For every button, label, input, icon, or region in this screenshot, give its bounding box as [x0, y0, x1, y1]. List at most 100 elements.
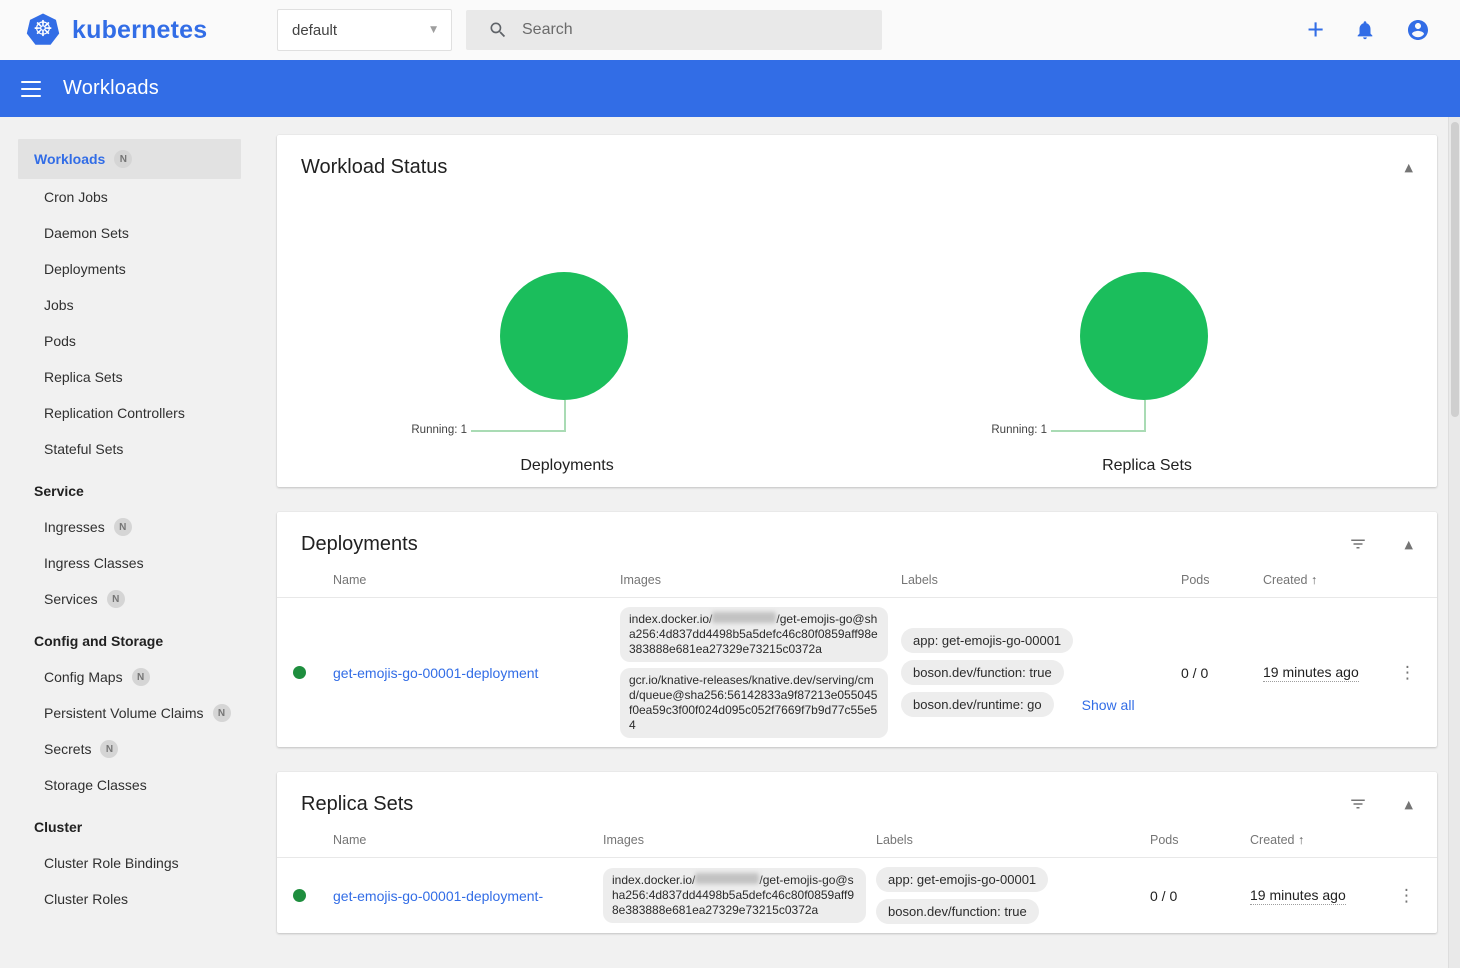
pie-legend: Running: 1: [411, 424, 467, 436]
search-input[interactable]: [522, 21, 870, 39]
card-title: Workload Status: [301, 154, 1367, 180]
sidebar-item-services[interactable]: Services N: [0, 581, 257, 617]
replica-sets-pie-chart: Running: 1 Replica Sets: [857, 185, 1437, 487]
label-chip: boson.dev/runtime: go: [901, 692, 1054, 717]
labels-cell: app: get-emojis-go-00001 boson.dev/funct…: [876, 867, 1150, 924]
sidebar-item-label: Jobs: [44, 297, 74, 313]
brand[interactable]: ☸ kubernetes: [0, 13, 257, 48]
row-actions-menu-button[interactable]: ⋮: [1392, 886, 1421, 906]
created-timestamp: 19 minutes ago: [1250, 887, 1380, 905]
new-badge: N: [213, 704, 231, 722]
column-header-images[interactable]: Images: [620, 573, 901, 587]
label-chip: app: get-emojis-go-00001: [901, 628, 1073, 653]
column-header-images[interactable]: Images: [603, 833, 876, 847]
chart-label: Deployments: [277, 457, 857, 475]
sidebar-item-jobs[interactable]: Jobs: [0, 287, 257, 323]
brand-title: kubernetes: [72, 16, 207, 45]
column-header-name[interactable]: Name: [333, 833, 603, 847]
sidebar-item-stateful-sets[interactable]: Stateful Sets: [0, 431, 257, 467]
image-chip: index.docker.io//get-emojis-go@sha256:4d…: [620, 607, 888, 662]
create-resource-button[interactable]: +: [1307, 16, 1324, 45]
bell-icon: [1354, 19, 1376, 41]
pie-callout-line: [564, 400, 566, 431]
sidebar-item-label: Storage Classes: [44, 777, 147, 793]
redacted-registry-user: [712, 612, 776, 623]
pie-legend: Running: 1: [991, 424, 1047, 436]
sidebar-item-replica-sets[interactable]: Replica Sets: [0, 359, 257, 395]
column-header-created[interactable]: Created ↑: [1250, 833, 1380, 847]
search-bar[interactable]: [466, 10, 882, 50]
column-header-name[interactable]: Name: [333, 573, 620, 587]
replica-sets-card: Replica Sets ▲ Name Images Labels Pods: [277, 772, 1437, 933]
account-circle-icon: [1406, 18, 1430, 42]
status-running-icon: [293, 889, 306, 902]
namespace-selector[interactable]: default ▼: [277, 9, 452, 51]
image-chip: index.docker.io//get-emojis-go@sha256:4d…: [603, 868, 866, 923]
sidebar-item-cluster-role-bindings[interactable]: Cluster Role Bindings: [0, 845, 257, 881]
account-button[interactable]: [1406, 18, 1430, 42]
filter-button[interactable]: [1349, 795, 1367, 813]
sidebar-item-label: Deployments: [44, 261, 126, 277]
kubernetes-logo-icon: ☸: [25, 13, 61, 48]
image-chip: gcr.io/knative-releases/knative.dev/serv…: [620, 668, 888, 738]
menu-button[interactable]: [21, 78, 41, 99]
sidebar-item-cluster-roles[interactable]: Cluster Roles: [0, 881, 257, 917]
label-chip: boson.dev/function: true: [901, 660, 1064, 685]
pods-count: 0 / 0: [1181, 665, 1263, 681]
pie-running-slice[interactable]: [1080, 272, 1208, 400]
content-area: Workload Status ▲ Running: 1 Deployments: [257, 117, 1460, 968]
sidebar-item-secrets[interactable]: Secrets N: [0, 731, 257, 767]
sidebar-item-pods[interactable]: Pods: [0, 323, 257, 359]
sidebar-item-persistent-volume-claims[interactable]: Persistent Volume Claims N: [0, 695, 257, 731]
sidebar-item-cron-jobs[interactable]: Cron Jobs: [0, 179, 257, 215]
scrollbar-track[interactable]: [1448, 117, 1460, 968]
new-badge: N: [114, 150, 132, 168]
created-timestamp: 19 minutes ago: [1263, 664, 1393, 682]
deployment-name-link[interactable]: get-emojis-go-00001-deployment: [333, 665, 620, 681]
sidebar-item-label: Cluster Roles: [44, 891, 128, 907]
sidebar-item-storage-classes[interactable]: Storage Classes: [0, 767, 257, 803]
redacted-registry-user: [695, 873, 759, 884]
images-cell: index.docker.io//get-emojis-go@sha256:4d…: [603, 868, 876, 923]
notifications-button[interactable]: [1354, 19, 1376, 41]
sidebar-item-ingresses[interactable]: Ingresses N: [0, 509, 257, 545]
top-actions: +: [1277, 16, 1460, 45]
sidebar-item-label: Stateful Sets: [44, 441, 123, 457]
sidebar-item-label: Cron Jobs: [44, 189, 108, 205]
collapse-card-button[interactable]: ▲: [1405, 798, 1413, 811]
sidebar-item-label: Cluster Role Bindings: [44, 855, 179, 871]
new-badge: N: [107, 590, 125, 608]
replica-set-name-link[interactable]: get-emojis-go-00001-deployment-: [333, 888, 603, 904]
row-actions-menu-button[interactable]: ⋮: [1393, 663, 1422, 683]
column-header-pods[interactable]: Pods: [1181, 573, 1263, 587]
sidebar-item-label: Secrets: [44, 741, 91, 757]
column-header-labels[interactable]: Labels: [901, 573, 1181, 587]
pie-callout-line: [1051, 430, 1146, 432]
sidebar-section-cluster: Cluster: [0, 809, 257, 845]
table-row: get-emojis-go-00001-deployment index.doc…: [277, 598, 1437, 747]
sidebar-item-replication-controllers[interactable]: Replication Controllers: [0, 395, 257, 431]
chevron-down-icon: ▼: [430, 25, 437, 35]
deployments-card: Deployments ▲ Name Images Labels Pods: [277, 512, 1437, 747]
sidebar-section-label: Cluster: [34, 819, 82, 835]
search-icon: [488, 20, 508, 40]
label-chip: app: get-emojis-go-00001: [876, 867, 1048, 892]
column-header-labels[interactable]: Labels: [876, 833, 1150, 847]
sidebar-item-config-maps[interactable]: Config Maps N: [0, 659, 257, 695]
table-header: Name Images Labels Pods Created ↑: [277, 562, 1437, 598]
sidebar-item-label: Config Maps: [44, 669, 123, 685]
sidebar-item-label: Ingresses: [44, 519, 105, 535]
pie-running-slice[interactable]: [500, 272, 628, 400]
column-header-pods[interactable]: Pods: [1150, 833, 1250, 847]
sidebar-item-ingress-classes[interactable]: Ingress Classes: [0, 545, 257, 581]
column-header-created[interactable]: Created ↑: [1263, 573, 1393, 587]
label-chip: boson.dev/function: true: [876, 899, 1039, 924]
sidebar-item-deployments[interactable]: Deployments: [0, 251, 257, 287]
collapse-card-button[interactable]: ▲: [1405, 538, 1413, 551]
sidebar-item-daemon-sets[interactable]: Daemon Sets: [0, 215, 257, 251]
filter-button[interactable]: [1349, 535, 1367, 553]
collapse-card-button[interactable]: ▲: [1405, 161, 1413, 174]
show-all-labels-link[interactable]: Show all: [1082, 697, 1135, 713]
scrollbar-thumb[interactable]: [1451, 122, 1459, 417]
sidebar-item-workloads[interactable]: Workloads N: [18, 139, 241, 179]
